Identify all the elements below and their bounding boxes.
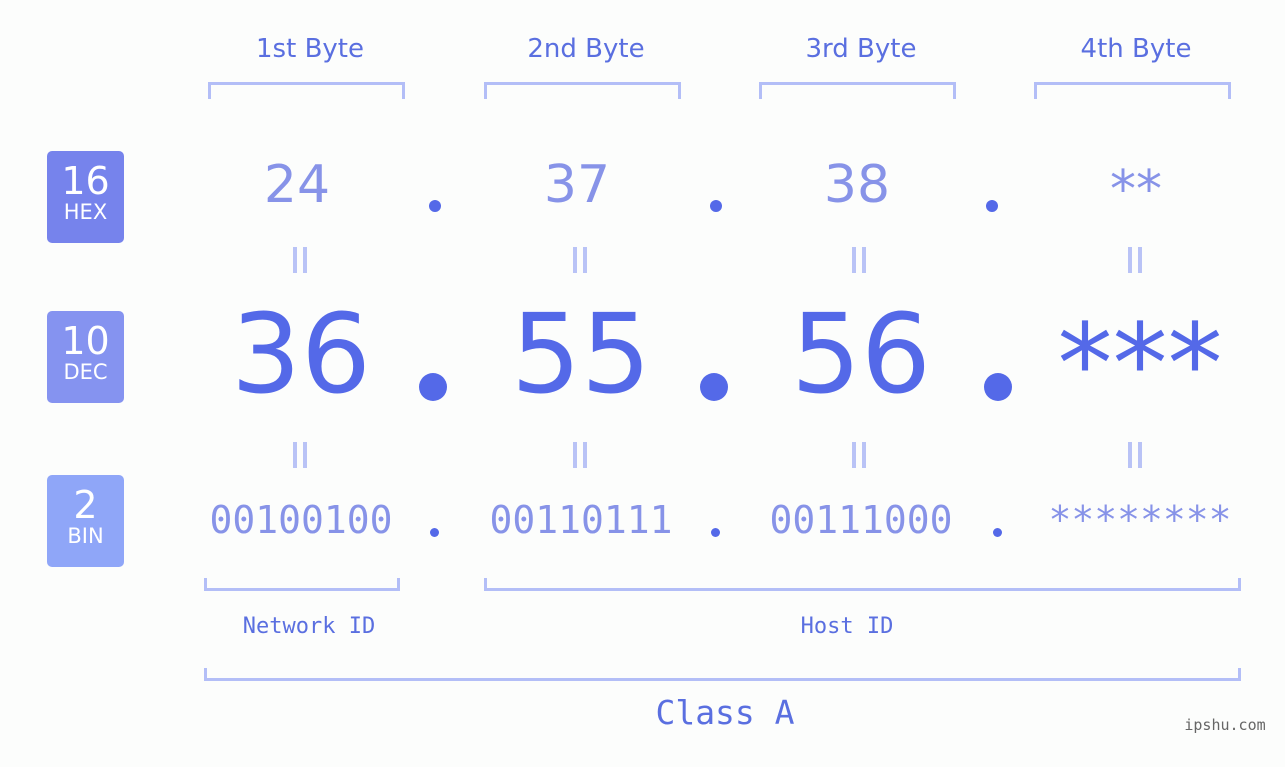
- byte-header-2: 2nd Byte: [527, 34, 645, 64]
- byte-bracket-3: [759, 82, 956, 99]
- bin-value-4: ********: [1048, 498, 1232, 542]
- equals-mark: [862, 442, 866, 468]
- bin-dot-3: [993, 528, 1002, 537]
- equals-mark: [573, 442, 577, 468]
- hex-value-1: 24: [263, 155, 331, 215]
- bin-value-3: 00111000: [769, 498, 953, 542]
- equals-mark: [1128, 247, 1132, 273]
- watermark: ipshu.com: [1184, 716, 1266, 734]
- host-id-bracket: [484, 578, 1241, 591]
- dec-value-2: 55: [511, 290, 651, 418]
- bin-value-1: 00100100: [209, 498, 393, 542]
- equals-mark: [573, 247, 577, 273]
- byte-header-4: 4th Byte: [1080, 34, 1192, 64]
- class-bracket: [204, 668, 1241, 681]
- network-id-bracket: [204, 578, 400, 591]
- bin-label: BIN: [67, 524, 104, 548]
- bin-dot-2: [711, 528, 720, 537]
- equals-mark: [1128, 442, 1132, 468]
- byte-bracket-4: [1034, 82, 1231, 99]
- equals-mark: [303, 247, 307, 273]
- hex-dot-3: [986, 200, 998, 212]
- class-label: Class A: [655, 693, 795, 732]
- byte-header-3: 3rd Byte: [805, 34, 917, 64]
- hex-value-4: **: [1110, 160, 1162, 220]
- hex-value-3: 38: [823, 155, 891, 215]
- equals-mark: [583, 442, 587, 468]
- dec-value-4: ***: [1057, 300, 1223, 428]
- equals-mark: [293, 442, 297, 468]
- equals-mark: [862, 247, 866, 273]
- equals-mark: [1138, 442, 1142, 468]
- hex-value-2: 37: [543, 155, 611, 215]
- dec-badge: 10 DEC: [47, 311, 124, 403]
- network-id-label: Network ID: [242, 614, 376, 639]
- hex-label: HEX: [63, 200, 108, 224]
- host-id-label: Host ID: [800, 614, 894, 639]
- dec-dot-2: [700, 373, 728, 401]
- byte-header-1: 1st Byte: [256, 34, 364, 64]
- dec-dot-1: [419, 373, 447, 401]
- hex-dot-1: [429, 200, 441, 212]
- equals-mark: [852, 247, 856, 273]
- equals-mark: [1138, 247, 1142, 273]
- dec-value-3: 56: [791, 290, 931, 418]
- hex-base: 16: [61, 159, 110, 203]
- equals-mark: [583, 247, 587, 273]
- bin-dot-1: [430, 528, 439, 537]
- bin-badge: 2 BIN: [47, 475, 124, 567]
- dec-label: DEC: [63, 360, 108, 384]
- equals-mark: [852, 442, 856, 468]
- dec-dot-3: [984, 373, 1012, 401]
- equals-mark: [303, 442, 307, 468]
- hex-dot-2: [710, 200, 722, 212]
- hex-badge: 16 HEX: [47, 151, 124, 243]
- bin-value-2: 00110111: [489, 498, 673, 542]
- dec-value-1: 36: [231, 290, 371, 418]
- bin-base: 2: [73, 483, 98, 527]
- byte-bracket-2: [484, 82, 681, 99]
- byte-bracket-1: [208, 82, 405, 99]
- equals-mark: [293, 247, 297, 273]
- dec-base: 10: [61, 319, 110, 363]
